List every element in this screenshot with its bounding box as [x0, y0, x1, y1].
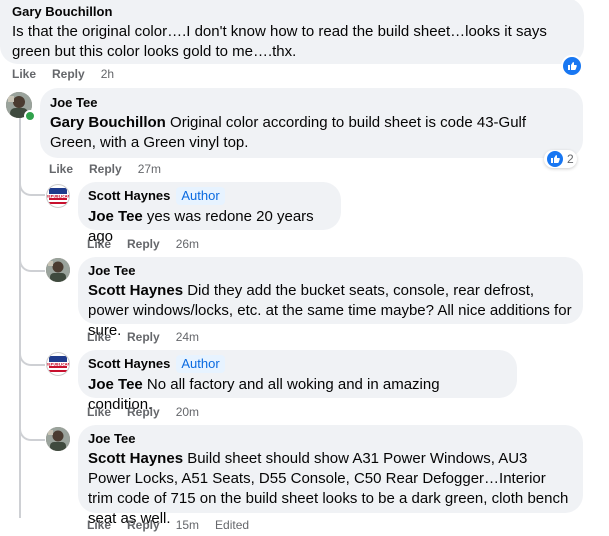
like-button[interactable]: Like: [87, 330, 111, 344]
reaction-summary[interactable]: 2: [544, 150, 577, 168]
reply-button[interactable]: Reply: [127, 405, 160, 419]
avatar[interactable]: REPUBLICAN: [46, 352, 70, 376]
comment-actions: Like Reply 26m: [87, 237, 215, 251]
comment-bubble: Gary Bouchillon Is that the original col…: [0, 0, 584, 64]
svg-text:REPUBLICAN: REPUBLICAN: [47, 363, 69, 367]
comment-timestamp[interactable]: 2h: [101, 67, 114, 81]
avatar[interactable]: [46, 258, 70, 282]
like-button[interactable]: Like: [49, 162, 73, 176]
thread-connector: [19, 405, 45, 441]
online-status-dot: [24, 110, 36, 122]
reply-button[interactable]: Reply: [127, 518, 160, 532]
thread-connector: [19, 240, 45, 272]
thread-connector: [19, 330, 45, 366]
comment-actions: Like Reply 24m: [87, 330, 215, 344]
comment-actions: Like Reply 2h: [12, 67, 130, 81]
like-button[interactable]: Like: [12, 67, 36, 81]
mention-link[interactable]: Joe Tee: [88, 208, 143, 225]
comment-timestamp[interactable]: 26m: [176, 237, 199, 251]
reply-button[interactable]: Reply: [127, 330, 160, 344]
comment-author[interactable]: Gary Bouchillon: [12, 3, 572, 20]
like-button[interactable]: Like: [87, 237, 111, 251]
comment-timestamp[interactable]: 27m: [138, 162, 161, 176]
comment-actions: Like Reply 20m: [87, 405, 215, 419]
like-reaction-icon: [547, 151, 563, 167]
svg-text:REPUBLICAN: REPUBLICAN: [47, 195, 69, 199]
comment-bubble: Scott Haynes Author Joe Tee yes was redon…: [78, 182, 341, 245]
comment-bubble: Joe Tee Scott Haynes Did they add the bu…: [78, 257, 583, 339]
reply-button[interactable]: Reply: [89, 162, 122, 176]
comment-timestamp[interactable]: 24m: [176, 330, 199, 344]
comment-author: Scott Haynes Author: [88, 355, 507, 373]
comment-author[interactable]: Joe Tee: [88, 262, 573, 279]
comment-timestamp[interactable]: 20m: [176, 405, 199, 419]
author-badge: Author: [176, 187, 225, 205]
comment-timestamp[interactable]: 15m: [176, 518, 199, 532]
edited-label: Edited: [215, 518, 250, 532]
reply-button[interactable]: Reply: [52, 67, 85, 81]
comment-bubble: Joe Tee Scott Haynes Build sheet should …: [78, 425, 583, 527]
comment-actions: Like Reply 15m Edited: [87, 518, 265, 532]
reply-button[interactable]: Reply: [127, 237, 160, 251]
avatar[interactable]: [46, 427, 70, 451]
comment-text: Is that the original color….I don't know…: [12, 23, 547, 60]
mention-link[interactable]: Scott Haynes: [88, 450, 183, 467]
comment-bubble: Joe Tee Gary Bouchillon Original color a…: [40, 88, 583, 158]
comment-author[interactable]: Joe Tee: [88, 430, 573, 447]
author-badge: Author: [176, 355, 225, 373]
author-name-link[interactable]: Scott Haynes: [88, 188, 170, 203]
comment-text: Gary Bouchillon Original color according…: [50, 114, 527, 151]
author-name-link[interactable]: Scott Haynes: [88, 356, 170, 371]
comment-text: Scott Haynes Build sheet should show A31…: [88, 450, 569, 527]
comment-bubble: Scott Haynes Author Joe Tee No all factor…: [78, 350, 517, 413]
reaction-count: 2: [567, 152, 574, 166]
comment-author[interactable]: Joe Tee: [50, 94, 573, 111]
mention-link[interactable]: Joe Tee: [88, 376, 143, 393]
like-button[interactable]: Like: [87, 405, 111, 419]
comment-author: Scott Haynes Author: [88, 187, 331, 205]
like-button[interactable]: Like: [87, 518, 111, 532]
like-reaction-icon[interactable]: [561, 55, 583, 77]
avatar[interactable]: REPUBLICAN: [46, 184, 70, 208]
comment-actions: Like Reply 27m: [49, 162, 177, 176]
mention-link[interactable]: Scott Haynes: [88, 282, 183, 299]
mention-link[interactable]: Gary Bouchillon: [50, 114, 166, 131]
thread-connector: [19, 160, 45, 196]
